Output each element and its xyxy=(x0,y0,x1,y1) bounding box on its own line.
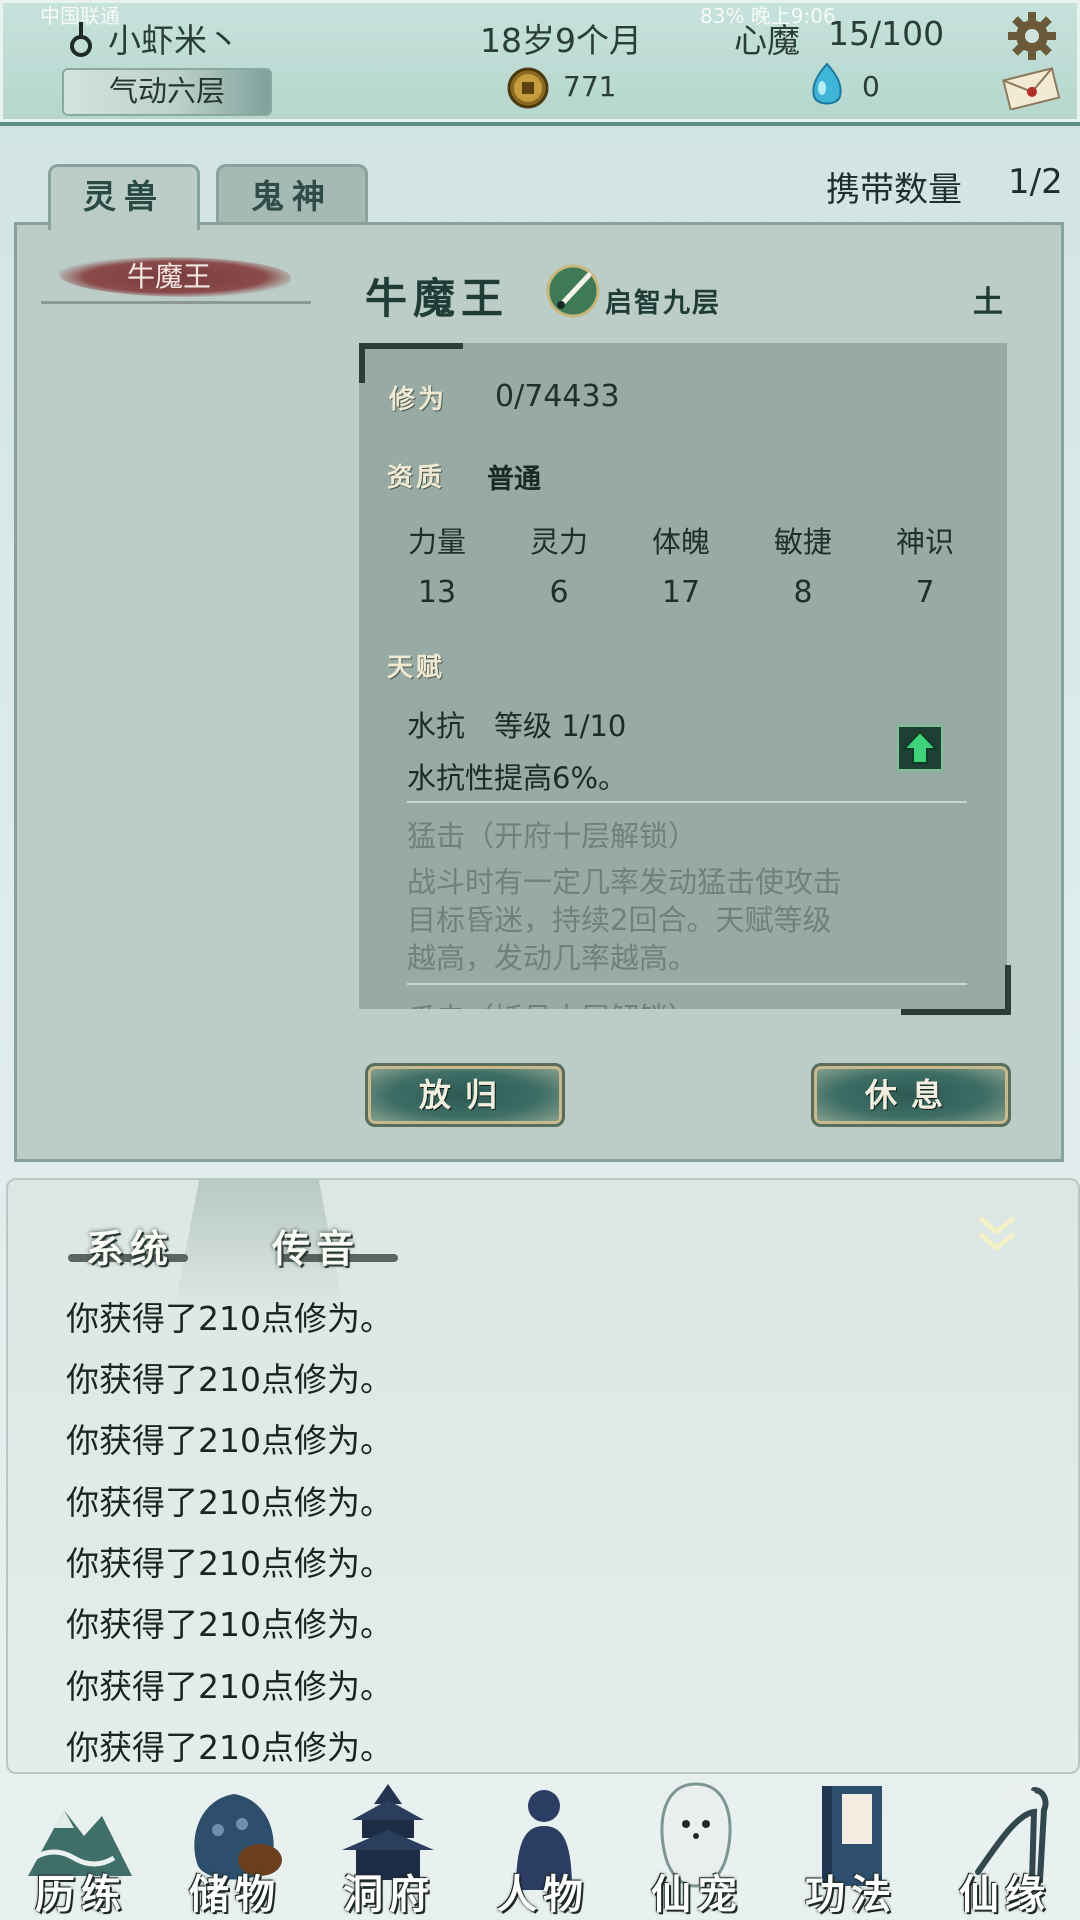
nav-label: 仙缘 xyxy=(959,1871,1051,1918)
xiuwei-value: 0/74433 xyxy=(495,379,620,414)
chat-tab-whisper[interactable]: 传音 xyxy=(272,1218,360,1273)
chat-message: 你获得了210点修为。 xyxy=(66,1421,393,1460)
carry-count-label: 携带数量 xyxy=(826,170,962,210)
player-age: 18岁9个月 xyxy=(480,21,642,60)
stat-value-strength: 13 xyxy=(417,575,457,610)
pet-name: 牛魔王 xyxy=(365,274,510,323)
coin-value: 771 xyxy=(563,70,617,103)
stat-name-physique: 体魄 xyxy=(651,525,710,559)
xiuwei-label: 修为 xyxy=(389,385,448,415)
zizhi-label: 资质 xyxy=(387,463,446,493)
stat-name-strength: 力量 xyxy=(407,525,466,559)
nav-item-renwu[interactable]: 人物 xyxy=(466,1770,616,1920)
chat-tab-system[interactable]: 系统 xyxy=(86,1218,174,1273)
jade-icon xyxy=(812,62,842,105)
xinmo-label: 心魔 xyxy=(734,21,800,60)
stat-value-spirit: 6 xyxy=(549,575,569,610)
rename-brush-icon[interactable] xyxy=(545,263,601,319)
nav-item-lilian[interactable]: 历练 xyxy=(4,1770,154,1920)
nav-label: 仙宠 xyxy=(651,1871,743,1918)
zizhi-value: 普通 xyxy=(487,464,541,495)
realm-badge: 气动六层 xyxy=(62,68,272,116)
pet-list-name: 牛魔王 xyxy=(126,260,211,293)
talent-bash-desc-line: 目标昏迷，持续2回合。天赋等级 xyxy=(407,903,832,937)
stat-value-agility: 8 xyxy=(793,575,813,610)
nav-item-gongfa[interactable]: 功法 xyxy=(774,1770,924,1920)
rest-button[interactable]: 休息 xyxy=(811,1063,1011,1127)
talent-bash-desc-line: 越高，发动几率越高。 xyxy=(407,941,698,975)
nav-item-dongfu[interactable]: 洞府 xyxy=(312,1770,462,1920)
nav-label: 功法 xyxy=(805,1871,897,1918)
talent-bash-desc-line: 战斗时有一定几率发动猛击使攻击 xyxy=(407,865,843,899)
tianfu-label: 天赋 xyxy=(387,653,446,683)
talent-bash-title: 猛击（开府十层解锁） xyxy=(407,819,698,853)
chat-message: 你获得了210点修为。 xyxy=(66,1299,393,1338)
pet-list-item[interactable]: 牛魔王 xyxy=(41,255,311,304)
pet-panel: 牛魔王 牛魔王 启智九层 土 修为 0/74433 资质 普通 力量 灵力 体魄… xyxy=(14,222,1064,1162)
arrow-up-icon xyxy=(901,730,939,764)
tab-guishen[interactable]: 鬼神 xyxy=(216,164,368,226)
pet-detail-box[interactable]: 修为 0/74433 资质 普通 力量 灵力 体魄 敏捷 神识 13 6 17 … xyxy=(359,343,1007,1009)
chat-message: 你获得了210点修为。 xyxy=(66,1667,393,1706)
talent-upgrade-button[interactable] xyxy=(897,725,943,771)
chat-message: 你获得了210点修为。 xyxy=(66,1544,393,1583)
stat-value-physique: 17 xyxy=(661,575,701,610)
chat-message: 你获得了210点修为。 xyxy=(66,1728,393,1767)
chat-message: 你获得了210点修为。 xyxy=(66,1605,393,1644)
nav-label: 洞府 xyxy=(343,1871,435,1918)
gourd-icon xyxy=(70,22,92,57)
chevron-down-icon[interactable] xyxy=(974,1210,1020,1256)
chat-message: 你获得了210点修为。 xyxy=(66,1360,393,1399)
talent-water-resist-title: 水抗 等级 1/10 xyxy=(407,709,627,743)
player-name[interactable]: 小虾米丶 xyxy=(108,14,240,62)
nav-item-chuwu[interactable]: 储物 xyxy=(158,1770,308,1920)
frame-corner xyxy=(901,965,1011,1015)
nav-item-xianyuan[interactable]: 仙缘 xyxy=(928,1770,1078,1920)
divider xyxy=(407,983,967,985)
nav-label: 历练 xyxy=(35,1871,127,1918)
stat-name-sense: 神识 xyxy=(895,525,954,559)
pet-stage: 启智九层 xyxy=(605,288,721,319)
settings-gear-icon[interactable] xyxy=(1006,10,1058,62)
nav-item-xianchong[interactable]: 仙宠 xyxy=(620,1770,770,1920)
divider xyxy=(407,801,967,803)
chat-panel: 系统 传音 你获得了210点修为。 你获得了210点修为。 你获得了210点修为… xyxy=(6,1178,1080,1774)
talent-claw-title: 爪击（妖丹十层解锁） xyxy=(407,995,697,1009)
mail-icon[interactable] xyxy=(1000,66,1062,110)
nav-label: 人物 xyxy=(497,1871,589,1918)
talent-water-resist-desc: 水抗性提高6%。 xyxy=(407,761,628,795)
jade-value: 0 xyxy=(862,70,880,103)
coin-icon xyxy=(507,67,549,109)
chat-message: 你获得了210点修为。 xyxy=(66,1483,393,1522)
tab-lingshou[interactable]: 灵兽 xyxy=(48,164,200,230)
frame-corner xyxy=(359,343,463,383)
xinmo-value: 15/100 xyxy=(828,14,945,53)
stat-name-agility: 敏捷 xyxy=(773,525,832,559)
top-status-header: 中国联通 83% 晚上9:06 小虾米丶 18岁9个月 心魔 15/100 气动… xyxy=(0,0,1080,126)
stat-name-spirit: 灵力 xyxy=(529,525,588,559)
nav-label: 储物 xyxy=(189,1871,281,1918)
carry-count-value: 1/2 xyxy=(1008,162,1063,202)
stat-value-sense: 7 xyxy=(915,575,935,610)
pet-element: 土 xyxy=(973,285,1003,320)
release-button[interactable]: 放归 xyxy=(365,1063,565,1127)
bottom-nav: 历练 储物 洞府 人物 仙宠 功法 仙缘 xyxy=(0,1770,1080,1920)
